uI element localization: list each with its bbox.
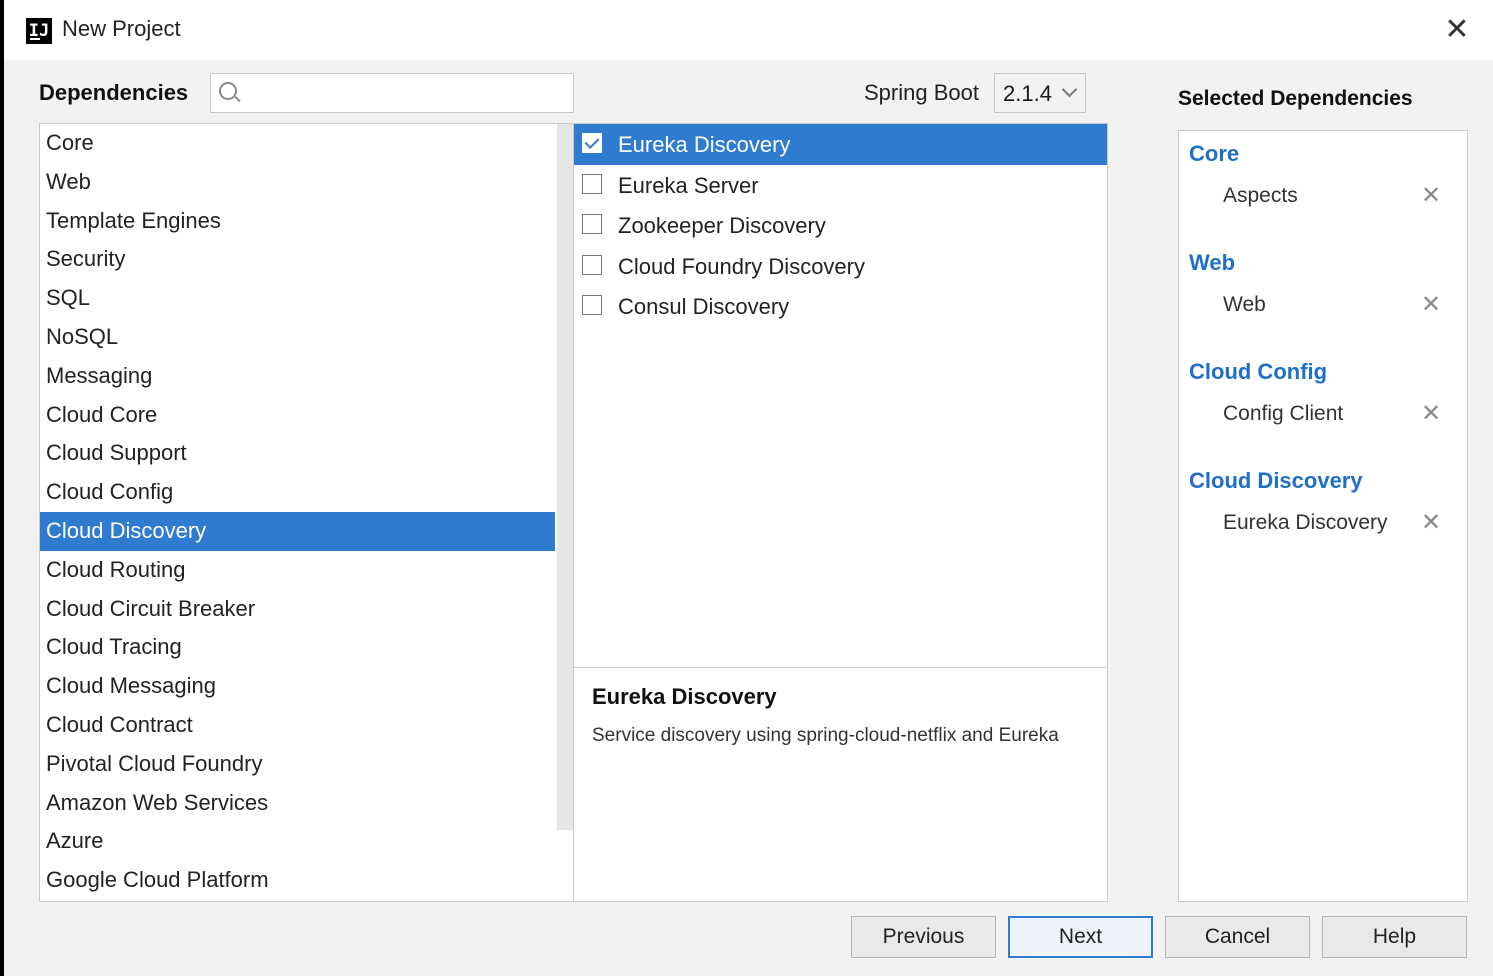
spring-boot-label: Spring Boot	[864, 80, 979, 105]
selected-group-heading: Cloud Config	[1189, 359, 1328, 384]
category-item[interactable]: Core	[40, 124, 555, 163]
category-item[interactable]: Cloud Config	[40, 473, 555, 512]
search-field[interactable]	[210, 73, 574, 113]
dependency-item[interactable]: Eureka Server	[574, 165, 1107, 206]
remove-icon[interactable]: ✕	[1419, 293, 1443, 317]
selected-dependency-item: Aspects	[1223, 184, 1298, 207]
category-item[interactable]: Cloud Circuit Breaker	[40, 590, 555, 629]
dependency-checkbox[interactable]	[582, 214, 602, 234]
remove-icon[interactable]: ✕	[1419, 402, 1443, 426]
category-item[interactable]: Security	[40, 240, 555, 279]
dependency-checkbox[interactable]	[582, 133, 602, 153]
dependency-item[interactable]: Cloud Foundry Discovery	[574, 246, 1107, 287]
dependency-label: Cloud Foundry Discovery	[618, 253, 865, 279]
spring-boot-version-select[interactable]: 2.1.4	[994, 73, 1086, 113]
remove-icon[interactable]: ✕	[1419, 184, 1443, 208]
category-item[interactable]: Cloud Routing	[40, 551, 555, 590]
selected-dependencies-heading: Selected Dependencies	[1178, 87, 1413, 110]
title-bar: IJ New Project ✕	[4, 0, 1493, 60]
category-item[interactable]: Cloud Discovery	[40, 511, 555, 551]
category-item[interactable]: Messaging	[40, 357, 555, 396]
window-title: New Project	[62, 16, 181, 41]
cancel-button[interactable]: Cancel	[1165, 916, 1310, 958]
dependency-checkbox[interactable]	[582, 173, 602, 194]
dependency-list: Eureka Discovery Eureka Server Zookeeper D…	[574, 124, 1107, 327]
category-list-panel: Core Web Template Engines Security SQL NoSQL M…	[39, 123, 574, 902]
next-button[interactable]: Next	[1008, 916, 1153, 958]
dependency-item[interactable]: Eureka Discovery	[574, 124, 1107, 165]
selected-dependency-item: Eureka Discovery	[1223, 511, 1388, 534]
category-item[interactable]: Web	[40, 163, 555, 202]
category-item[interactable]: Cloud Contract	[40, 706, 555, 745]
selected-dependency-item: Web	[1223, 293, 1266, 316]
previous-button[interactable]: Previous	[851, 916, 996, 958]
close-icon[interactable]: ✕	[1439, 12, 1475, 48]
selected-group-heading: Cloud Discovery	[1189, 468, 1363, 493]
selected-dependencies-panel: Core Aspects ✕ Web Web ✕ Cloud Config Config Cl…	[1178, 130, 1468, 902]
category-item[interactable]: Cloud Tracing	[40, 628, 555, 667]
category-list: Core Web Template Engines Security SQL NoSQL M…	[40, 124, 555, 900]
selected-group-heading: Web	[1189, 250, 1236, 275]
dependency-item[interactable]: Consul Discovery	[574, 286, 1107, 327]
dependency-label: Consul Discovery	[618, 294, 790, 319]
description-text: Service discovery using spring-cloud-net…	[592, 725, 1059, 746]
selected-group-heading: Core	[1189, 141, 1240, 166]
dependency-label: Eureka Server	[618, 172, 759, 198]
dependency-checkbox[interactable]	[582, 295, 602, 315]
search-input[interactable]	[247, 77, 571, 111]
new-project-dialog: IJ New Project ✕ Dependencies Spring Boo…	[4, 0, 1493, 976]
category-item[interactable]: Cloud Messaging	[40, 667, 555, 706]
category-item[interactable]: Cloud Support	[40, 434, 555, 473]
category-item[interactable]: Pivotal Cloud Foundry	[40, 745, 555, 784]
description-panel: Eureka Discovery Service discovery using…	[573, 667, 1108, 902]
category-item[interactable]: Amazon Web Services	[40, 784, 555, 823]
category-scrollbar[interactable]	[557, 124, 573, 901]
category-item[interactable]: SQL	[40, 279, 555, 318]
category-item[interactable]: Google Cloud Platform	[40, 861, 555, 900]
dependency-item[interactable]: Zookeeper Discovery	[574, 205, 1107, 246]
search-icon	[219, 82, 237, 100]
selected-dependency-item: Config Client	[1223, 402, 1344, 425]
spring-boot-version-value: 2.1.4	[1003, 81, 1052, 106]
remove-icon[interactable]: ✕	[1419, 511, 1443, 535]
chevron-down-icon	[1061, 81, 1078, 98]
dependencies-heading: Dependencies	[39, 80, 189, 105]
help-button[interactable]: Help	[1322, 916, 1467, 958]
dependency-checkbox[interactable]	[582, 254, 602, 275]
category-item[interactable]: NoSQL	[40, 318, 555, 357]
dependency-list-panel: Eureka Discovery Eureka Server Zookeeper D…	[573, 123, 1108, 668]
category-scrollbar-thumb[interactable]	[557, 124, 573, 830]
dependency-label: Eureka Discovery	[618, 132, 791, 157]
category-item[interactable]: Azure	[40, 822, 555, 861]
dependency-label: Zookeeper Discovery	[618, 213, 826, 238]
category-item[interactable]: Template Engines	[40, 202, 555, 241]
category-item[interactable]: Cloud Core	[40, 396, 555, 435]
description-title: Eureka Discovery	[592, 684, 777, 709]
intellij-logo-icon: IJ	[26, 18, 52, 44]
